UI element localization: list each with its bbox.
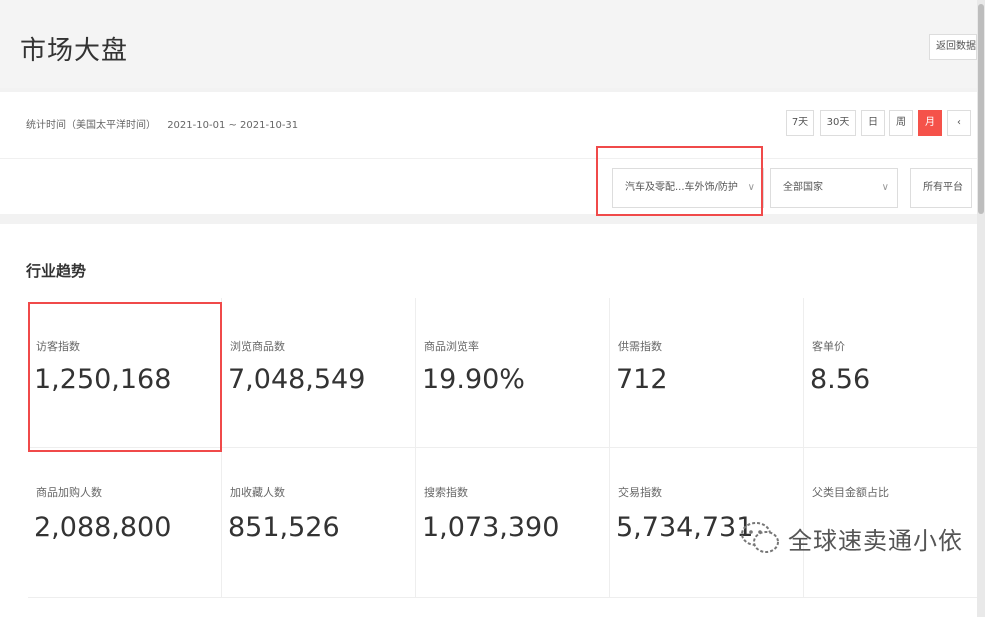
metric-browse-rate[interactable]: 商品浏览率 19.90%	[416, 298, 610, 448]
prev-period-button[interactable]: ‹	[947, 110, 971, 136]
metric-avg-order-price[interactable]: 客单价 8.56	[804, 298, 977, 448]
metric-value: 8.56	[810, 364, 871, 395]
metric-label: 浏览商品数	[230, 340, 285, 353]
metric-supply-demand[interactable]: 供需指数 712	[610, 298, 804, 448]
divider	[0, 158, 977, 159]
metric-value: 2,088,800	[34, 512, 172, 543]
period-week-button[interactable]: 周	[889, 110, 913, 136]
metric-label: 加收藏人数	[230, 486, 285, 499]
metric-label: 商品加购人数	[36, 486, 102, 499]
wechat-icon	[741, 522, 779, 553]
metric-search-index[interactable]: 搜索指数 1,073,390	[416, 448, 610, 598]
metric-label: 搜索指数	[424, 486, 468, 499]
page-title: 市场大盘	[20, 36, 129, 66]
chevron-down-icon: ∨	[881, 182, 889, 193]
filter-bar: 统计时间（美国太平洋时间） 2021-10-01 ~ 2021-10-31 7天…	[0, 92, 977, 214]
metric-label: 交易指数	[618, 486, 662, 499]
category-highlight-box	[596, 146, 763, 216]
country-select-value: 全部国家	[783, 182, 823, 193]
metric-value: 1,073,390	[422, 512, 560, 543]
period-day-button[interactable]: 日	[861, 110, 885, 136]
metric-label: 商品浏览率	[424, 340, 479, 353]
period-7d-button[interactable]: 7天	[786, 110, 814, 136]
period-30d-button[interactable]: 30天	[820, 110, 856, 136]
metric-label: 客单价	[812, 340, 845, 353]
section-title: 行业趋势	[26, 262, 87, 280]
country-select[interactable]: 全部国家 ∨	[770, 168, 898, 208]
watermark-text: 全球速卖通小依	[788, 526, 963, 555]
stat-time-label: 统计时间（美国太平洋时间）	[26, 120, 156, 131]
visitor-index-highlight-box	[28, 302, 222, 452]
metric-value: 712	[616, 364, 668, 395]
stat-time-range: 2021-10-01 ~ 2021-10-31	[167, 120, 299, 131]
stat-time: 统计时间（美国太平洋时间） 2021-10-01 ~ 2021-10-31	[26, 116, 298, 131]
metric-browsed-products[interactable]: 浏览商品数 7,048,549	[222, 298, 416, 448]
scrollbar-thumb[interactable]	[978, 4, 984, 214]
metric-favorites[interactable]: 加收藏人数 851,526	[222, 448, 416, 598]
platform-select-value: 所有平台	[923, 182, 963, 193]
metric-value: 7,048,549	[228, 364, 366, 395]
watermark: 全球速卖通小依	[738, 516, 963, 560]
metric-value: 5,734,731	[616, 512, 754, 543]
platform-select[interactable]: 所有平台	[910, 168, 972, 208]
title-bar: 市场大盘 返回数据	[0, 0, 977, 88]
metric-add-to-cart[interactable]: 商品加购人数 2,088,800	[28, 448, 222, 598]
metric-value: 19.90%	[422, 364, 525, 395]
back-to-data-button[interactable]: 返回数据	[929, 34, 977, 60]
metric-label: 父类目金额占比	[812, 486, 889, 499]
metric-value: 851,526	[228, 512, 340, 543]
metric-label: 供需指数	[618, 340, 662, 353]
period-month-button[interactable]: 月	[918, 110, 942, 136]
